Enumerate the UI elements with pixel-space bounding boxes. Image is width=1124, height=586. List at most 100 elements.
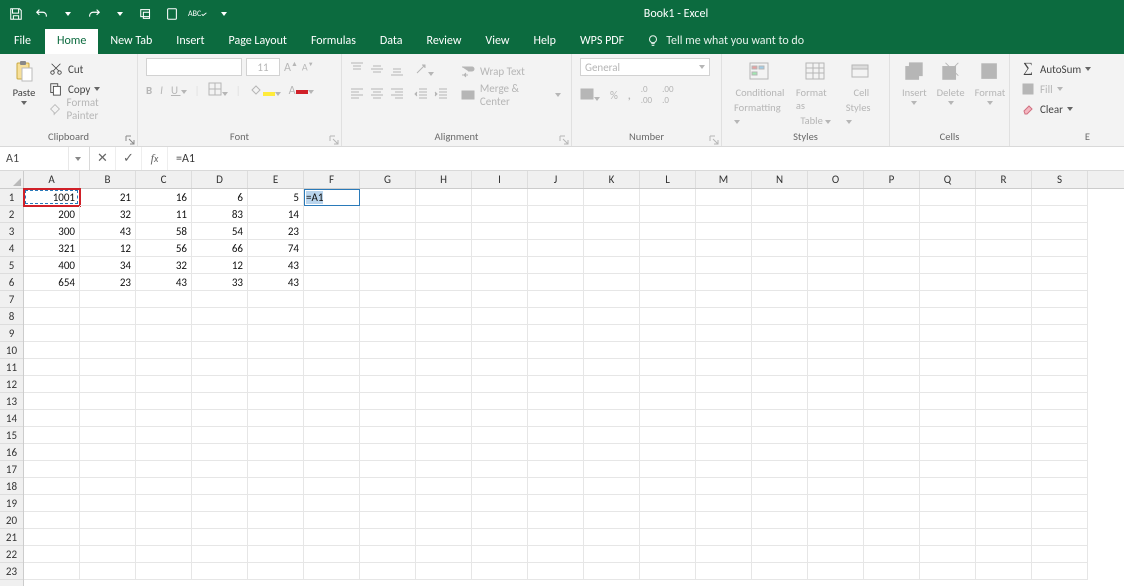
cell[interactable]	[808, 427, 864, 444]
cell[interactable]	[584, 461, 640, 478]
cell[interactable]	[752, 563, 808, 580]
cell[interactable]	[1032, 206, 1088, 223]
cell[interactable]	[864, 189, 920, 206]
row-header[interactable]: 15	[0, 427, 23, 444]
cell[interactable]	[136, 563, 192, 580]
cell[interactable]	[584, 291, 640, 308]
cell[interactable]	[416, 529, 472, 546]
cell[interactable]	[864, 223, 920, 240]
tab-insert[interactable]: Insert	[164, 29, 216, 54]
cell[interactable]	[528, 223, 584, 240]
cell[interactable]	[192, 495, 248, 512]
cell[interactable]	[192, 359, 248, 376]
cell[interactable]	[304, 291, 360, 308]
cell[interactable]	[808, 444, 864, 461]
cell[interactable]	[584, 376, 640, 393]
cell[interactable]: 400	[24, 257, 80, 274]
cell[interactable]	[920, 529, 976, 546]
row-header[interactable]: 19	[0, 495, 23, 512]
cell[interactable]	[472, 189, 528, 206]
cell[interactable]	[304, 257, 360, 274]
cell[interactable]	[80, 478, 136, 495]
column-header[interactable]: Q	[920, 171, 976, 188]
cell[interactable]	[864, 495, 920, 512]
cell[interactable]	[24, 359, 80, 376]
dialog-launcher-icon[interactable]	[329, 135, 339, 145]
accounting-format-button[interactable]	[580, 87, 600, 104]
comma-style-button[interactable]: ,	[628, 89, 631, 102]
tab-file[interactable]: File	[0, 29, 45, 54]
cell[interactable]	[416, 563, 472, 580]
format-painter-button[interactable]: Format Painter	[46, 100, 129, 118]
cell[interactable]	[80, 427, 136, 444]
cell[interactable]	[808, 342, 864, 359]
cell[interactable]	[640, 291, 696, 308]
cell[interactable]	[696, 189, 752, 206]
cell[interactable]	[864, 274, 920, 291]
cell[interactable]	[304, 393, 360, 410]
cell[interactable]	[416, 257, 472, 274]
cell[interactable]: 654	[24, 274, 80, 291]
row-header[interactable]: 21	[0, 529, 23, 546]
cell[interactable]	[752, 546, 808, 563]
cell[interactable]	[360, 393, 416, 410]
cell[interactable]	[360, 189, 416, 206]
name-box-dropdown-icon[interactable]	[68, 147, 86, 170]
row-header[interactable]: 2	[0, 206, 23, 223]
enter-formula-button[interactable]: ✓	[116, 147, 142, 170]
cell[interactable]	[584, 563, 640, 580]
column-header[interactable]: G	[360, 171, 416, 188]
cell[interactable]	[472, 291, 528, 308]
cell[interactable]	[528, 325, 584, 342]
cell[interactable]	[696, 325, 752, 342]
row-header[interactable]: 3	[0, 223, 23, 240]
cell[interactable]	[472, 461, 528, 478]
align-center-icon[interactable]	[370, 87, 384, 104]
cell[interactable]	[472, 325, 528, 342]
cell[interactable]	[864, 376, 920, 393]
cell[interactable]	[584, 359, 640, 376]
cell[interactable]: 74	[248, 240, 304, 257]
row-header[interactable]: 11	[0, 359, 23, 376]
row-header[interactable]: 1	[0, 189, 23, 206]
cell[interactable]	[528, 240, 584, 257]
redo-icon[interactable]	[84, 4, 104, 24]
cell[interactable]	[976, 461, 1032, 478]
font-name-selector[interactable]	[146, 58, 242, 76]
cell[interactable]	[528, 461, 584, 478]
cell[interactable]	[24, 342, 80, 359]
cell[interactable]	[752, 461, 808, 478]
cell[interactable]	[920, 461, 976, 478]
column-header[interactable]: S	[1032, 171, 1088, 188]
cell[interactable]	[1032, 410, 1088, 427]
cell[interactable]	[360, 291, 416, 308]
tab-newtab[interactable]: New Tab	[98, 29, 164, 54]
cell[interactable]	[640, 563, 696, 580]
cell[interactable]	[192, 308, 248, 325]
cell[interactable]	[416, 495, 472, 512]
cell[interactable]: 23	[80, 274, 136, 291]
cell[interactable]	[752, 206, 808, 223]
cell[interactable]: 6	[192, 189, 248, 206]
cell[interactable]	[976, 410, 1032, 427]
decrease-decimal-icon[interactable]: .00.0	[662, 84, 673, 106]
cell[interactable]	[528, 308, 584, 325]
cell[interactable]	[752, 342, 808, 359]
align-middle-icon[interactable]	[370, 62, 384, 79]
cell[interactable]	[360, 410, 416, 427]
cell[interactable]	[528, 495, 584, 512]
cell[interactable]	[584, 427, 640, 444]
cell[interactable]	[920, 206, 976, 223]
cell[interactable]	[808, 359, 864, 376]
cell[interactable]	[976, 206, 1032, 223]
cell[interactable]	[752, 376, 808, 393]
cell[interactable]	[976, 529, 1032, 546]
decrease-indent-icon[interactable]	[414, 87, 428, 104]
cell[interactable]	[528, 359, 584, 376]
cell[interactable]	[136, 325, 192, 342]
cell[interactable]	[976, 257, 1032, 274]
cell[interactable]	[752, 495, 808, 512]
underline-button[interactable]: U	[171, 84, 187, 97]
cell[interactable]	[416, 291, 472, 308]
cell[interactable]	[584, 512, 640, 529]
